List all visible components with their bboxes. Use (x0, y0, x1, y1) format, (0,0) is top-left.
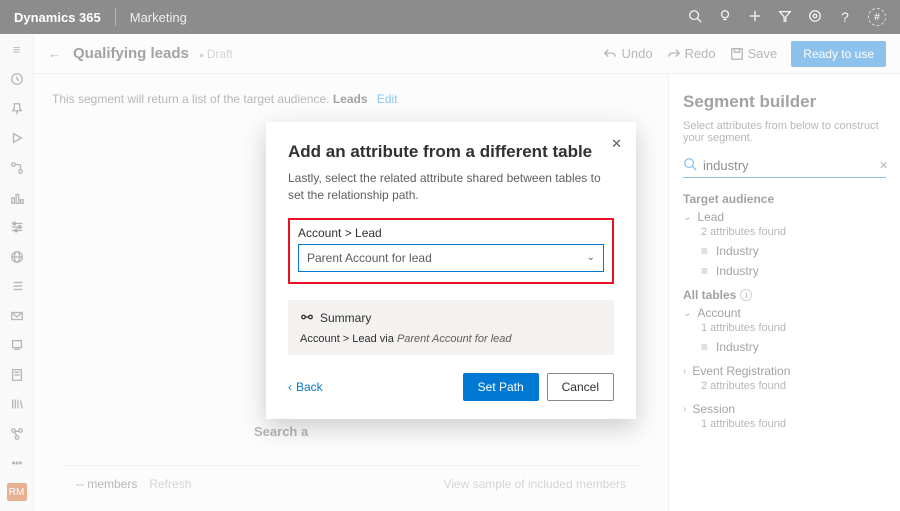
dialog-subtitle: Lastly, select the related attribute sha… (288, 170, 614, 204)
summary-box: Summary Account > Lead via Parent Accoun… (288, 300, 614, 355)
summary-label: Summary (320, 311, 371, 325)
chevron-down-icon: ⌄ (587, 252, 595, 263)
add-attribute-dialog: ✕ Add an attribute from a different tabl… (266, 122, 636, 419)
set-path-button[interactable]: Set Path (463, 373, 539, 401)
relationship-dropdown[interactable]: Parent Account for lead ⌄ (298, 244, 604, 272)
dialog-title: Add an attribute from a different table (288, 142, 614, 162)
back-link[interactable]: ‹Back (288, 380, 323, 394)
dropdown-value: Parent Account for lead (307, 251, 432, 265)
summary-icon (300, 310, 314, 327)
highlighted-region: Account > Lead Parent Account for lead ⌄ (288, 218, 614, 284)
cancel-button[interactable]: Cancel (547, 373, 614, 401)
summary-text: Account > Lead via Parent Account for le… (300, 333, 602, 345)
chevron-left-icon: ‹ (288, 380, 292, 394)
close-icon[interactable]: ✕ (611, 136, 622, 152)
relationship-path-label: Account > Lead (298, 226, 604, 240)
